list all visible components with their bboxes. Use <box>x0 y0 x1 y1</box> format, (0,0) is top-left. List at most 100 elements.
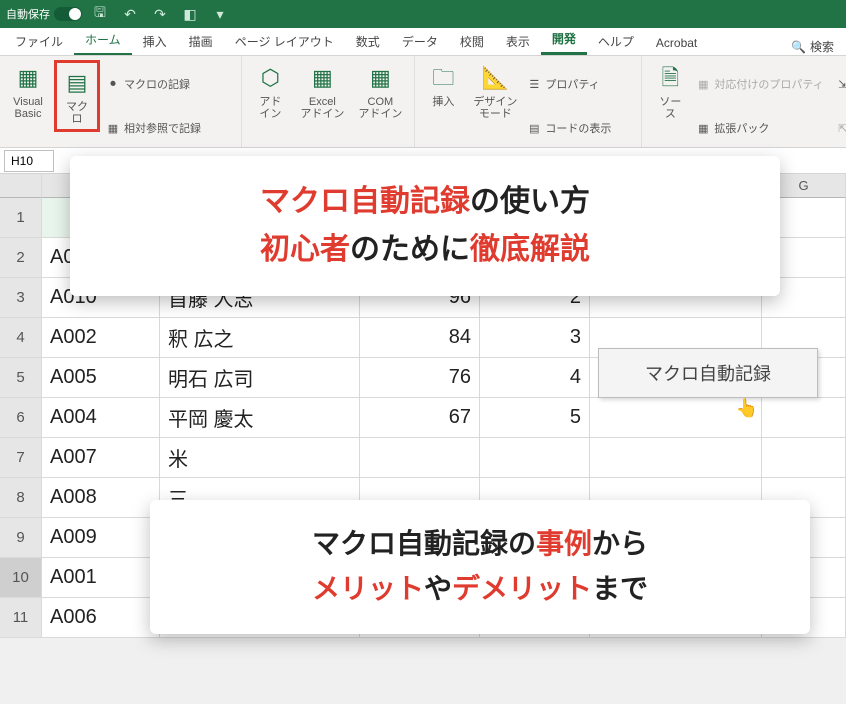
search-label: 検索 <box>810 38 834 55</box>
addin-button[interactable]: ⬡ アド イン <box>250 60 290 122</box>
design-mode-icon: 📐 <box>479 62 511 94</box>
cell[interactable]: 3 <box>480 318 590 358</box>
search-box[interactable]: 🔍 検索 <box>791 38 834 55</box>
macro-icon: ▤ <box>61 67 93 99</box>
design-mode-button[interactable]: 📐 デザイン モード <box>469 60 521 122</box>
cell[interactable]: A009 <box>42 518 160 558</box>
com-addin-icon: ▦ <box>364 62 396 94</box>
map-icon: ▦ <box>696 77 710 91</box>
cell[interactable]: 84 <box>360 318 480 358</box>
import-icon: ⇲ <box>836 77 846 91</box>
callout-text: マクロ自動記録の <box>312 528 536 559</box>
callout-text: の使い方 <box>470 185 590 218</box>
redo-icon[interactable]: ↷ <box>152 6 168 22</box>
row-header[interactable]: 2 <box>0 238 42 278</box>
tab-draw[interactable]: 描画 <box>178 27 224 55</box>
row-header[interactable]: 3 <box>0 278 42 318</box>
cell[interactable] <box>762 438 846 478</box>
undo-icon[interactable]: ↶ <box>122 6 138 22</box>
visual-basic-button[interactable]: ▦ Visual Basic <box>8 60 48 122</box>
cell[interactable]: 米 <box>160 438 360 478</box>
row-header[interactable]: 1 <box>0 198 42 238</box>
view-code-button[interactable]: ▤コードの表示 <box>527 108 633 148</box>
tab-acrobat[interactable]: Acrobat <box>645 30 708 55</box>
export-button[interactable]: ⇱エクスポート <box>836 108 846 148</box>
relative-ref-button[interactable]: ▦相対参照で記録 <box>106 108 233 148</box>
quick-access-toolbar: 🖫 ↶ ↷ ◧ ▾ <box>92 6 228 22</box>
record-macro-button[interactable]: ⏺マクロの記録 <box>106 64 233 104</box>
cell[interactable]: 67 <box>360 398 480 438</box>
row-header[interactable]: 8 <box>0 478 42 518</box>
row-header[interactable]: 5 <box>0 358 42 398</box>
visual-basic-icon: ▦ <box>12 62 44 94</box>
cell[interactable]: A002 <box>42 318 160 358</box>
group-code: ▦ Visual Basic ▤ マクロ ⏺マクロの記録 ▦相対参照で記録 ⚠マ… <box>0 56 242 147</box>
tab-developer[interactable]: 開発 <box>541 24 587 55</box>
com-addin-button[interactable]: ▦ COM アドイン <box>354 60 406 122</box>
select-all-corner[interactable] <box>0 174 42 198</box>
callout-text: 徹底解説 <box>470 233 590 266</box>
cell[interactable]: 5 <box>480 398 590 438</box>
import-button[interactable]: ⇲インポート <box>836 64 846 104</box>
callout-text: から <box>592 528 648 559</box>
row-header[interactable]: 4 <box>0 318 42 358</box>
tab-formulas[interactable]: 数式 <box>345 27 391 55</box>
tab-review[interactable]: 校閲 <box>449 27 495 55</box>
tab-pagelayout[interactable]: ページ レイアウト <box>224 27 345 55</box>
tab-help[interactable]: ヘルプ <box>587 27 645 55</box>
cell[interactable] <box>762 398 846 438</box>
row-header[interactable]: 11 <box>0 598 42 638</box>
name-box[interactable] <box>4 150 54 172</box>
search-icon: 🔍 <box>791 40 806 54</box>
tab-data[interactable]: データ <box>391 27 449 55</box>
callout-text: や <box>424 573 452 604</box>
cell[interactable]: A007 <box>42 438 160 478</box>
cell[interactable] <box>590 438 762 478</box>
cell[interactable] <box>480 438 590 478</box>
insert-control-icon: 🗀 <box>427 62 459 94</box>
expansion-icon: ▦ <box>696 121 710 135</box>
callout-top: マクロ自動記録の使い方 初心者のために徹底解説 <box>70 156 780 296</box>
cursor-hand-icon: 👆 <box>736 398 758 419</box>
cell[interactable]: A006 <box>42 598 160 638</box>
cell[interactable] <box>360 438 480 478</box>
xml-io: ⇲インポート ⇱エクスポート <box>836 60 846 148</box>
insert-control-button[interactable]: 🗀 挿入 <box>423 60 463 110</box>
group-controls: 🗀 挿入 📐 デザイン モード ☰プロパティ ▤コードの表示 ▭ダイアログの実行 <box>415 56 642 147</box>
source-icon: 🗎 <box>654 62 686 94</box>
callout-text: マクロ自動記録 <box>260 185 470 218</box>
cell[interactable]: A008 <box>42 478 160 518</box>
cell[interactable]: 4 <box>480 358 590 398</box>
save-icon[interactable]: 🖫 <box>92 6 108 22</box>
cell[interactable]: 76 <box>360 358 480 398</box>
tab-insert[interactable]: 挿入 <box>132 27 178 55</box>
cell[interactable]: 明石 広司 <box>160 358 360 398</box>
source-button[interactable]: 🗎 ソース <box>650 60 690 122</box>
macro-button[interactable]: ▤ マクロ <box>54 60 100 132</box>
macro-record-floating-button[interactable]: マクロ自動記録 <box>598 348 818 398</box>
cell[interactable]: 釈 広之 <box>160 318 360 358</box>
touch-mode-icon[interactable]: ◧ <box>182 6 198 22</box>
expansion-button[interactable]: ▦拡張パック <box>696 108 823 148</box>
cell[interactable]: A004 <box>42 398 160 438</box>
addin-icon: ⬡ <box>254 62 286 94</box>
excel-addin-button[interactable]: ▦ Excel アドイン <box>296 60 348 122</box>
row-header[interactable]: 9 <box>0 518 42 558</box>
cell[interactable]: A001 <box>42 558 160 598</box>
dropdown-icon[interactable]: ▾ <box>212 6 228 22</box>
row-header[interactable]: 7 <box>0 438 42 478</box>
row-header[interactable]: 6 <box>0 398 42 438</box>
tab-file[interactable]: ファイル <box>4 27 74 55</box>
callout-text: メリット <box>312 573 424 604</box>
cell[interactable]: 平岡 慶太 <box>160 398 360 438</box>
tab-home[interactable]: ホーム <box>74 25 132 55</box>
autosave-toggle[interactable]: 自動保存 <box>6 6 82 22</box>
callout-bottom: マクロ自動記録の事例から メリットやデメリットまで <box>150 500 810 634</box>
group-addins: ⬡ アド イン ▦ Excel アドイン ▦ COM アドイン <box>242 56 415 147</box>
row-header[interactable]: 10 <box>0 558 42 598</box>
properties-button[interactable]: ☰プロパティ <box>527 64 633 104</box>
table-row: 6A004平岡 慶太675 <box>0 398 846 438</box>
map-props-button[interactable]: ▦対応付けのプロパティ <box>696 64 823 104</box>
tab-view[interactable]: 表示 <box>495 27 541 55</box>
cell[interactable]: A005 <box>42 358 160 398</box>
